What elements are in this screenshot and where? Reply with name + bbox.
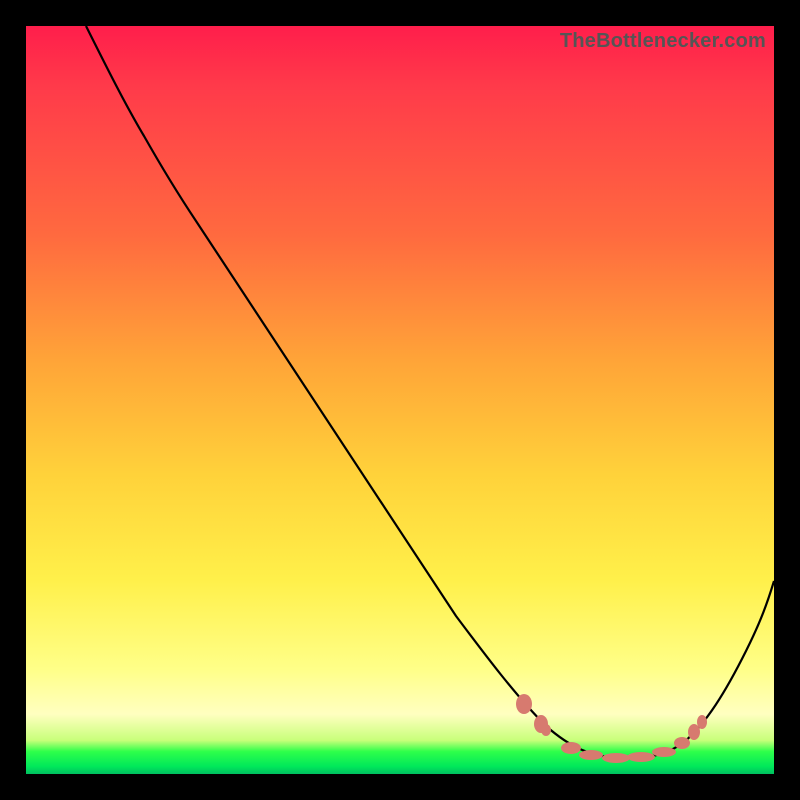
watermark-text: TheBottlenecker.com <box>560 30 766 53</box>
chart-gradient-background <box>26 26 774 774</box>
chart-frame: TheBottlenecker.com <box>26 26 774 774</box>
